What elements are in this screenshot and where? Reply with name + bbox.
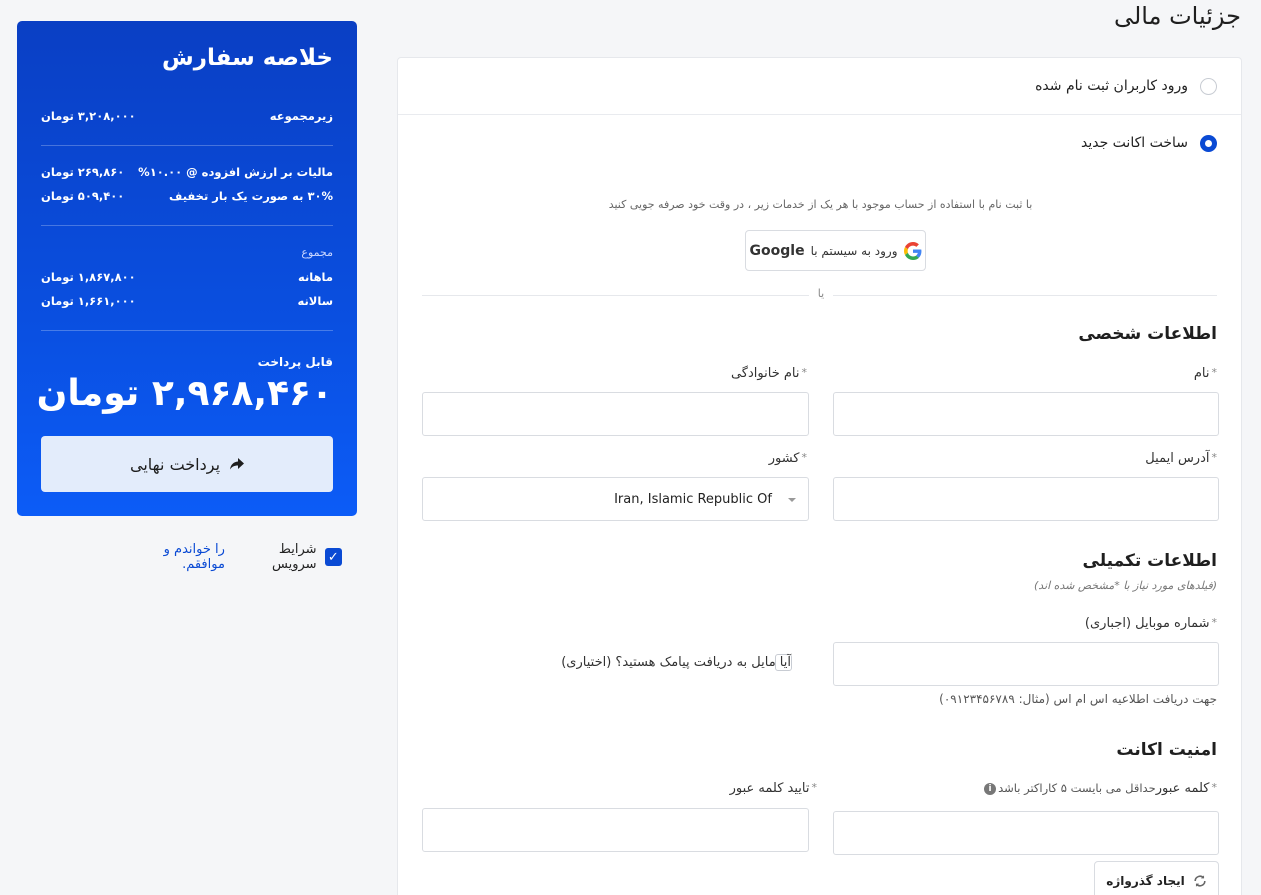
google-signin-button[interactable]: ورود به سیستم با Google	[745, 230, 926, 271]
checkout-form-card: ورود کاربران ثبت نام شده ساخت اکانت جدید…	[397, 57, 1242, 895]
mobile-label: *شماره موبایل (اجباری)	[1084, 616, 1217, 631]
payable-total: ۲,۹۶۸,۴۶۰ تومان	[36, 373, 333, 414]
yearly-label: سالانه	[297, 294, 333, 308]
google-icon	[903, 241, 921, 260]
monthly-value: ۱,۸۶۷,۸۰۰ تومان	[41, 270, 136, 284]
login-existing-radio[interactable]	[1200, 77, 1217, 95]
share-arrow-icon	[230, 458, 245, 470]
yearly-row: سالانه ۱,۶۶۱,۰۰۰ تومان	[41, 294, 333, 308]
account-security-title: امنیت اکانت	[1116, 740, 1217, 760]
info-icon: i	[984, 782, 997, 795]
google-signin-word: Google	[749, 242, 805, 259]
monthly-label: ماهانه	[297, 270, 333, 284]
login-existing-label: ورود کاربران ثبت نام شده	[1035, 78, 1188, 94]
mobile-input[interactable]	[833, 642, 1219, 686]
email-input[interactable]	[833, 477, 1219, 521]
last-name-input[interactable]	[422, 392, 809, 436]
confirm-password-input[interactable]	[422, 808, 809, 852]
new-account-option[interactable]: ساخت اکانت جدید	[398, 115, 1241, 171]
checkout-label: پرداخت نهایی	[129, 454, 221, 474]
yearly-value: ۱,۶۶۱,۰۰۰ تومان	[41, 294, 136, 308]
login-existing-option[interactable]: ورود کاربران ثبت نام شده	[398, 58, 1241, 115]
first-name-label: *نام	[1193, 366, 1217, 381]
subtotal-value: ۳,۲۰۸,۰۰۰ تومان	[41, 109, 136, 123]
summary-divider	[41, 145, 333, 146]
terms-agreement: ✓ شرایط سرویس را خواندم و موافقم.	[120, 542, 342, 572]
last-name-label: *نام خانوادگی	[730, 366, 807, 381]
first-name-input[interactable]	[833, 392, 1219, 436]
subtotal-label: زیرمجموعه	[269, 109, 333, 123]
tax-row: مالیات بر ارزش افزوده @ ۱۰.۰۰% ۲۶۹,۸۶۰ ت…	[41, 165, 333, 179]
order-summary-panel: خلاصه سفارش زیرمجموعه ۳,۲۰۸,۰۰۰ تومان ما…	[17, 21, 357, 516]
chevron-down-icon	[788, 498, 796, 502]
discount-row: ۳۰% به صورت یک بار تخفیف ۵۰۹,۴۰۰ تومان	[41, 189, 333, 203]
tax-value: ۲۶۹,۸۶۰ تومان	[41, 165, 125, 179]
new-account-radio[interactable]	[1200, 134, 1217, 152]
summary-divider	[41, 225, 333, 226]
or-divider-text: یا	[809, 287, 833, 300]
monthly-row: ماهانه ۱,۸۶۷,۸۰۰ تومان	[41, 270, 333, 284]
total-heading: مجموع	[301, 246, 333, 259]
password-hint: حداقل می بایست ۵ کاراکتر باشد	[998, 781, 1156, 795]
discount-label: ۳۰% به صورت یک بار تخفیف	[169, 189, 333, 203]
additional-info-title: اطلاعات تکمیلی	[1082, 551, 1218, 571]
social-signup-hint: با ثبت نام با استفاده از حساب موجود با ه…	[608, 198, 1033, 211]
discount-value: ۵۰۹,۴۰۰ تومان	[41, 189, 125, 203]
order-summary-title: خلاصه سفارش	[161, 45, 333, 71]
checkout-button[interactable]: پرداخت نهایی	[41, 436, 333, 492]
terms-link[interactable]: را خواندم و موافقم.	[120, 542, 225, 572]
mobile-hint: جهت دریافت اطلاعیه اس ام اس (مثال: ۰۹۱۲۳…	[939, 692, 1217, 706]
email-label: *آدرس ایمیل	[1145, 451, 1217, 466]
generate-password-label: ایجاد گذرواژه	[1106, 874, 1185, 888]
terms-checkbox[interactable]: ✓	[324, 548, 342, 566]
google-signin-prefix: ورود به سیستم با	[810, 243, 898, 258]
password-label: *کلمه عبورحداقل می بایست ۵ کاراکتر باشدi	[984, 781, 1217, 796]
sms-optin-label: آیا مایل به دریافت پیامک هستید؟ (اختیاری…	[561, 655, 791, 670]
refresh-icon	[1194, 875, 1206, 887]
password-input[interactable]	[833, 811, 1219, 855]
new-account-label: ساخت اکانت جدید	[1080, 135, 1188, 151]
personal-info-title: اطلاعات شخصی	[1078, 324, 1217, 344]
tax-label: مالیات بر ارزش افزوده @ ۱۰.۰۰%	[138, 165, 333, 179]
payable-label: قابل پرداخت	[257, 355, 333, 369]
confirm-password-label: *تایید کلمه عبور	[729, 781, 817, 796]
generate-password-button[interactable]: ایجاد گذرواژه	[1094, 861, 1219, 895]
subtotal-row: زیرمجموعه ۳,۲۰۸,۰۰۰ تومان	[41, 109, 333, 123]
country-select-value: Iran, Islamic Republic Of	[614, 491, 772, 507]
country-label: *کشور	[768, 451, 807, 466]
page-title: جزئیات مالی	[1113, 2, 1241, 30]
terms-prefix: شرایط سرویس	[272, 542, 317, 572]
country-select[interactable]: Iran, Islamic Republic Of	[422, 477, 809, 521]
summary-divider	[41, 330, 333, 331]
required-fields-note: (فیلدهای مورد نیاز با *مشخص شده اند)	[1034, 579, 1217, 592]
